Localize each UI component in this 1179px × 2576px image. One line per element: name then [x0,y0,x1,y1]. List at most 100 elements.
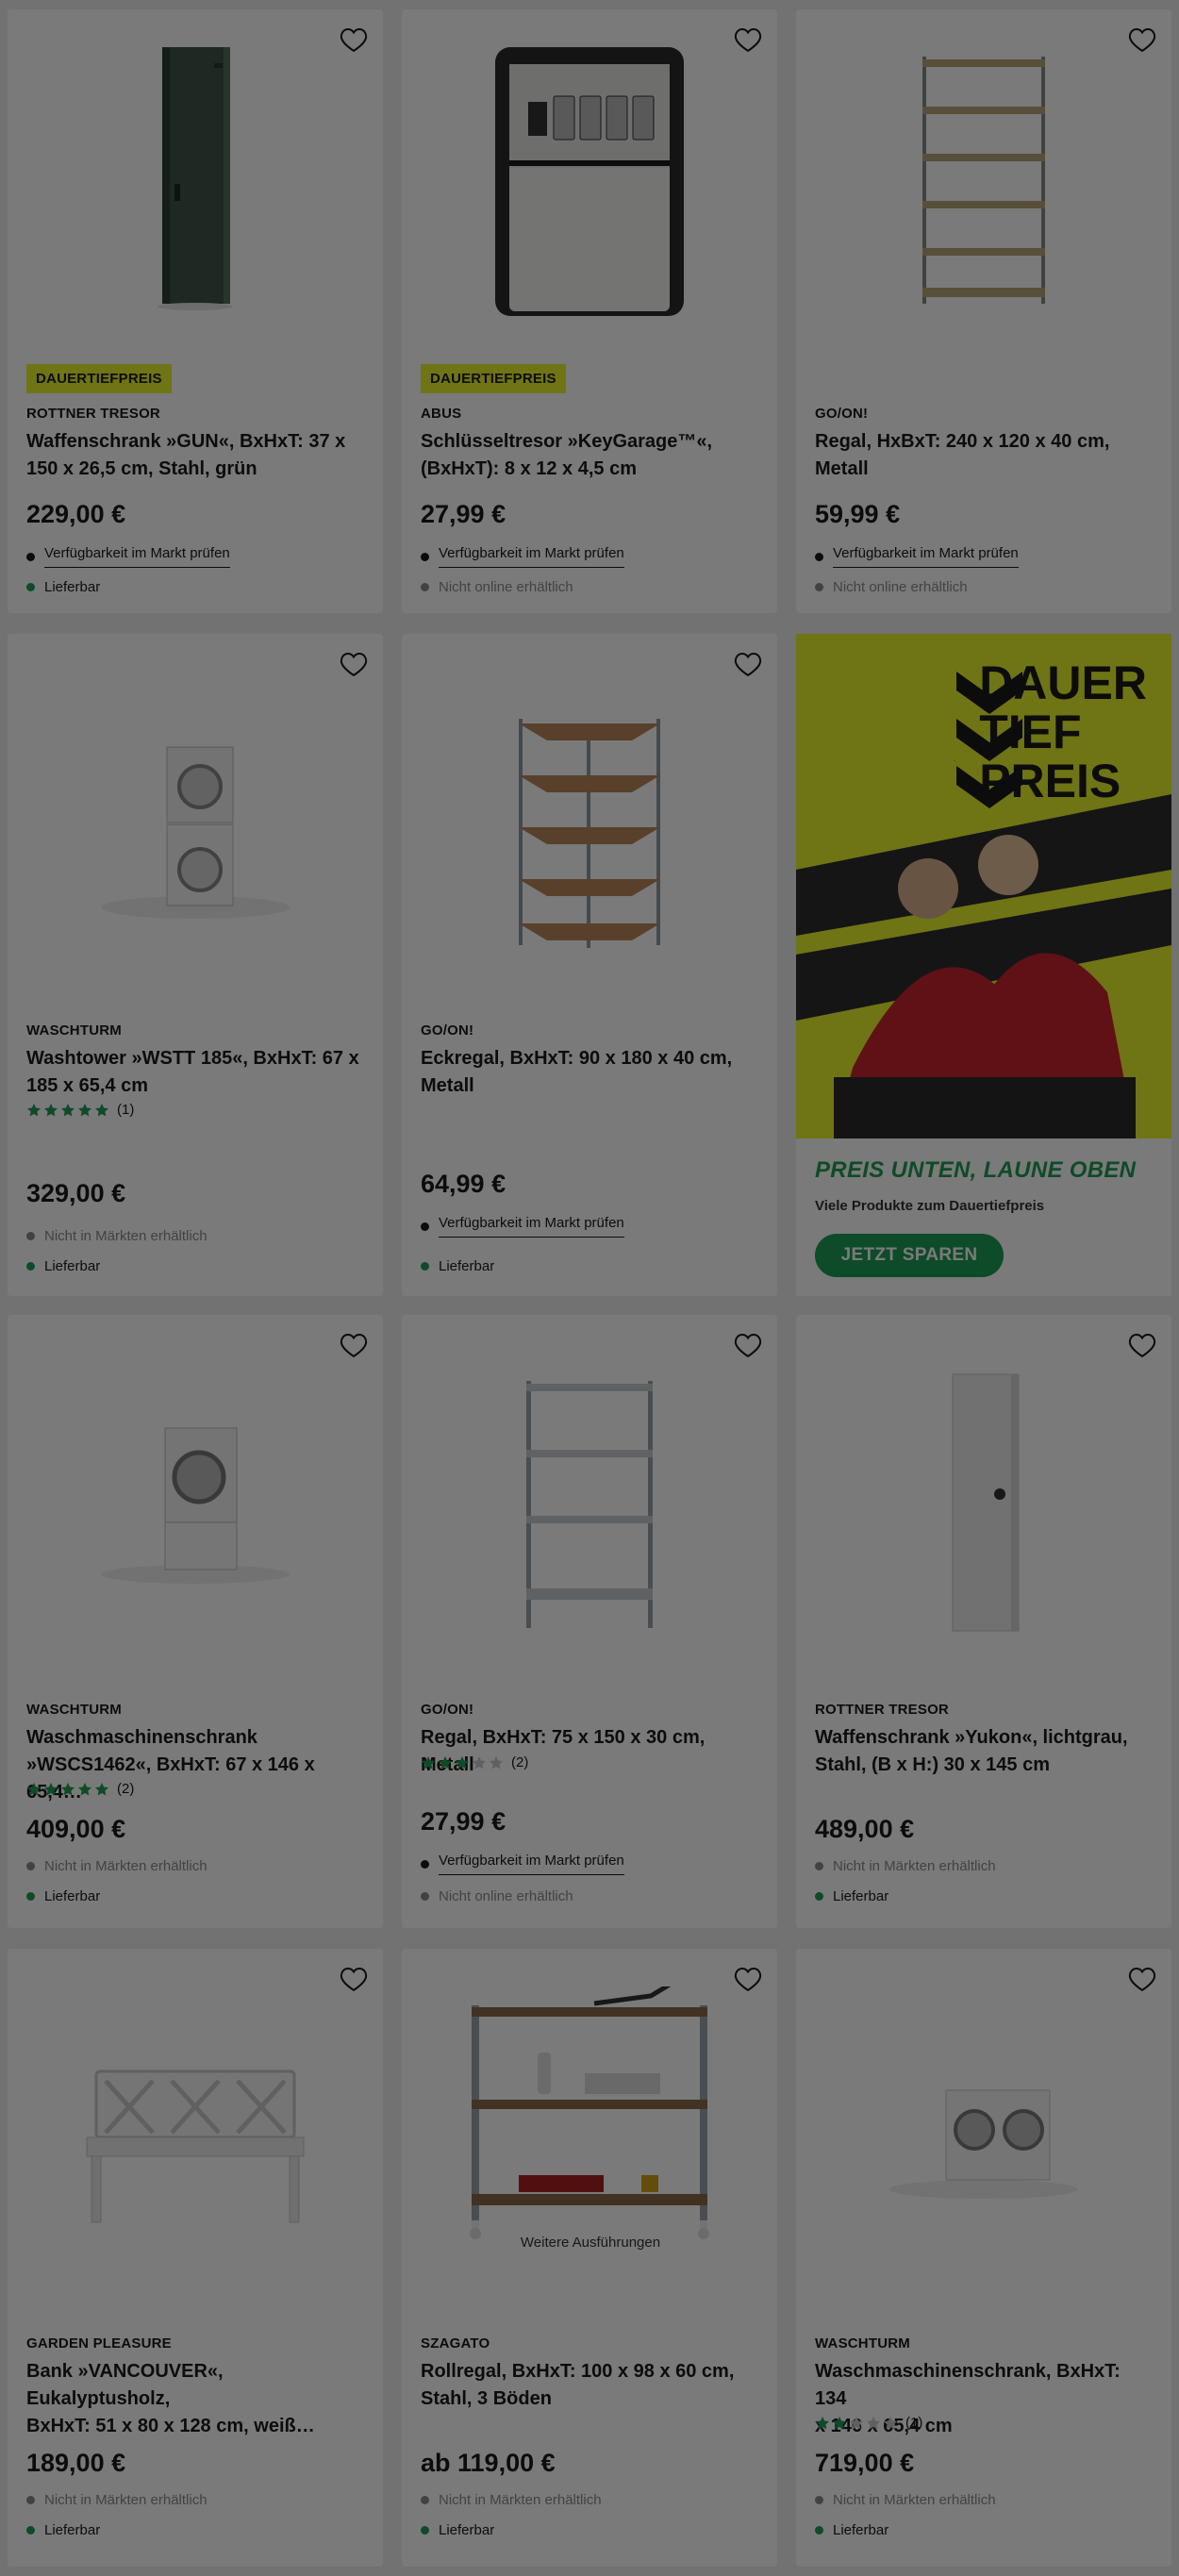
product-price: 229,00 € [26,500,126,528]
product-title[interactable]: Washtower »WSTT 185«, BxHxT: 67 x 185 x 6… [26,1045,366,1100]
star-filled-icon [44,1782,58,1795]
status-dot [421,1859,429,1869]
status-dot [815,2526,823,2534]
product-title[interactable]: Bank »VANCOUVER«, Eukalyptusholz, BxHxT: … [26,2358,366,2440]
status-dot [26,1892,35,1901]
product-card[interactable]: ROTTNER TRESOR Waffenschrank »Yukon«, li… [796,1315,1171,1928]
status-dot [815,552,823,561]
product-title[interactable]: Schlüsseltresor »KeyGarage™«, (BxHxT): 8 … [421,428,760,483]
store-availability-link[interactable]: Verfügbarkeit im Markt prüfen [26,545,230,568]
delivery-status: Nicht online erhältlich [815,579,968,595]
product-brand: WASCHTURM [815,2335,910,2352]
product-price: 189,00 € [26,2449,126,2477]
product-card[interactable]: GO/ON! Regal, HxBxT: 240 x 120 x 40 cm, … [796,9,1171,613]
product-title[interactable]: Rollregal, BxHxT: 100 x 98 x 60 cm, Stahl… [421,2358,760,2413]
star-empty-icon [473,1755,486,1769]
status-dot [815,1862,823,1870]
store-availability-link[interactable]: Verfügbarkeit im Markt prüfen [421,1215,624,1238]
product-card[interactable]: GO/ON! Regal, BxHxT: 75 x 150 x 30 cm, M… [402,1315,777,1928]
product-image-washtower[interactable] [8,634,383,1030]
status-dot [421,2526,429,2534]
product-title[interactable]: Eckregal, BxHxT: 90 x 180 x 40 cm, Metall [421,1045,760,1100]
status-dot [421,1262,429,1271]
store-availability-link[interactable]: Verfügbarkeit im Markt prüfen [421,545,624,568]
product-title[interactable]: Waffenschrank »Yukon«, lichtgrau, Stahl, … [815,1724,1154,1779]
product-price: 329,00 € [26,1179,126,1207]
status-dot [26,552,35,561]
promo-hero-image[interactable]: DAUER TIEF PREIS [796,634,1171,1138]
product-card[interactable]: WASCHTURM Waschmaschinenschrank »WSCS1462… [8,1315,383,1928]
product-image-shelf[interactable] [796,9,1171,349]
star-empty-icon [884,2416,897,2429]
promo-subline: Viele Produkte zum Dauertiefpreis [815,1198,1045,1214]
status-dot [421,1892,429,1901]
product-title[interactable]: Regal, HxBxT: 240 x 120 x 40 cm, Metall [815,428,1154,483]
star-filled-icon [95,1103,108,1116]
product-card[interactable]: WASCHTURM Waschmaschinenschrank, BxHxT: … [796,1949,1171,2567]
product-title[interactable]: Regal, BxHxT: 75 x 150 x 30 cm, Metall [421,1724,760,1779]
product-brand: WASCHTURM [26,1702,122,1718]
product-card[interactable]: Weitere Ausführungen SZAGATO Rollregal, … [402,1949,777,2567]
product-image-washer-cabinet-wide[interactable] [796,1949,1171,2326]
product-card[interactable]: DAUERTIEFPREIS ROTTNER TRESOR Waffenschr… [8,9,383,613]
product-image-gun-safe[interactable] [8,9,383,349]
jetzt-sparen-button[interactable]: JETZT SPAREN [815,1234,1004,1277]
delivery-status: Lieferbar [815,1888,888,1904]
product-price: 27,99 € [421,1807,506,1836]
product-image-corner-shelf[interactable] [402,634,777,1030]
status-dot [421,2496,429,2504]
status-dot [815,2496,823,2504]
product-image-rolling-shelf[interactable] [402,1968,777,2260]
status-dot [421,583,429,591]
status-dot [815,1892,823,1901]
status-dot [26,1262,35,1271]
product-card[interactable]: DAUERTIEFPREIS ABUS Schlüsseltresor »Key… [402,9,777,613]
delivery-status: Lieferbar [26,2522,100,2538]
star-filled-icon [27,1103,41,1116]
store-availability-link[interactable]: Verfügbarkeit im Markt prüfen [421,1853,624,1875]
product-card[interactable]: WASCHTURM Washtower »WSTT 185«, BxHxT: 6… [8,634,383,1296]
star-filled-icon [439,1755,452,1769]
status-dot [26,2496,35,2504]
product-brand: GARDEN PLEASURE [26,2335,172,2352]
product-card[interactable]: GARDEN PLEASURE Bank »VANCOUVER«, Eukaly… [8,1949,383,2567]
product-price: 27,99 € [421,500,506,528]
star-empty-icon [850,2416,863,2429]
star-filled-icon [95,1782,108,1795]
product-image-key-safe[interactable] [402,9,777,349]
star-filled-icon [61,1782,75,1795]
more-variants-label[interactable]: Weitere Ausführungen [449,2220,732,2264]
rating-count: (2) [511,1754,529,1770]
promo-teaser[interactable]: DAUER TIEF PREIS PREIS UNTEN, LAUNE OBEN V… [796,634,1171,1296]
star-filled-icon [833,2416,846,2429]
product-image-garden-bench[interactable] [8,1949,383,2326]
product-card[interactable]: GO/ON! Eckregal, BxHxT: 90 x 180 x 40 cm… [402,634,777,1296]
delivery-status: Nicht online erhältlich [421,1888,573,1904]
delivery-status: Nicht online erhältlich [421,579,573,595]
product-brand: ROTTNER TRESOR [26,406,160,422]
star-filled-icon [422,1755,435,1769]
status-dot [421,1222,429,1231]
store-availability: Nicht in Märkten erhältlich [26,1858,208,1874]
status-dot [26,1232,35,1240]
store-availability: Nicht in Märkten erhältlich [26,1228,208,1244]
delivery-status: Lieferbar [421,2522,494,2538]
store-availability-link[interactable]: Verfügbarkeit im Markt prüfen [815,545,1019,568]
star-filled-icon [27,1782,41,1795]
product-title[interactable]: Waffenschrank »GUN«, BxHxT: 37 x 150 x 26… [26,428,366,483]
product-image-yukon-safe[interactable] [796,1315,1171,1692]
status-dot [421,552,429,561]
store-availability: Nicht in Märkten erhältlich [421,2492,602,2508]
product-image-metal-shelf[interactable] [402,1315,777,1692]
rating-count: (1) [905,2415,923,2431]
star-filled-icon [78,1782,91,1795]
store-availability: Nicht in Märkten erhältlich [815,2492,996,2508]
star-filled-icon [816,2416,829,2429]
product-brand: ABUS [421,406,462,422]
star-filled-icon [456,1755,469,1769]
promo-badge: DAUERTIEFPREIS [26,364,172,393]
rating-stars: (2) [26,1781,134,1797]
delivery-status: Lieferbar [815,2522,888,2538]
product-image-washer-cabinet[interactable] [8,1315,383,1692]
promo-badge: DAUERTIEFPREIS [421,364,566,393]
